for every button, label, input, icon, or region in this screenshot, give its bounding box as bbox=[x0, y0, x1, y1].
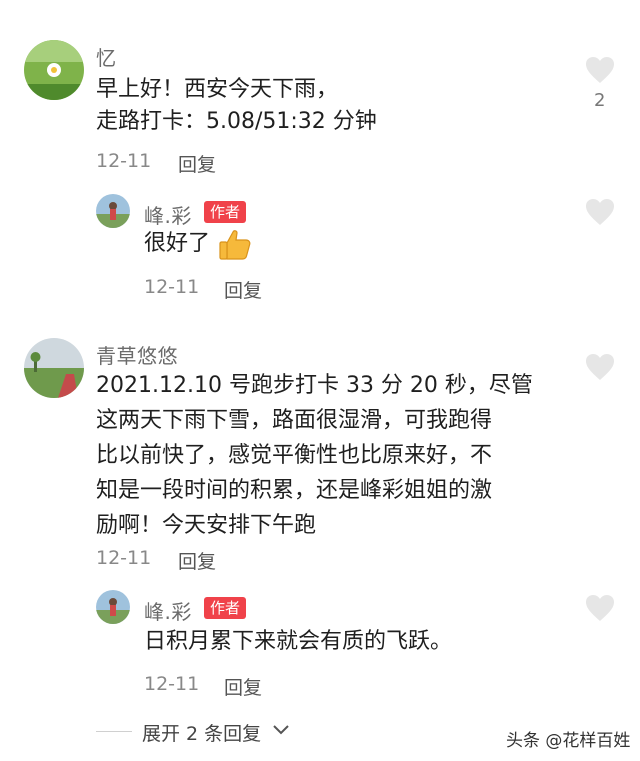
expand-replies-button[interactable]: 展开 2 条回复 bbox=[142, 719, 261, 746]
reply-button[interactable]: 回复 bbox=[224, 673, 262, 700]
reply-button[interactable]: 回复 bbox=[178, 547, 216, 574]
reply-button[interactable]: 回复 bbox=[178, 150, 216, 177]
comment-author[interactable]: 青草悠悠 bbox=[96, 340, 178, 369]
avatar[interactable] bbox=[96, 590, 130, 624]
comment-date: 12-11 bbox=[96, 547, 152, 569]
reply-date: 12-11 bbox=[144, 276, 200, 298]
reply-author[interactable]: 峰.彩 bbox=[144, 596, 192, 625]
reply-text: 很好了 bbox=[144, 231, 211, 256]
reply-text: 日积月累下来就会有质的飞跃。 bbox=[144, 629, 453, 654]
avatar[interactable] bbox=[96, 194, 130, 228]
like-heart-icon[interactable] bbox=[585, 198, 615, 226]
avatar[interactable] bbox=[24, 338, 84, 398]
comment-text-line: 比以前快了，感觉平衡性也比原来好，不 bbox=[96, 443, 493, 468]
reply-button[interactable]: 回复 bbox=[224, 276, 262, 303]
avatar[interactable] bbox=[24, 40, 84, 100]
comment-text-line: 知是一段时间的积累，还是峰彩姐姐的激 bbox=[96, 478, 493, 503]
like-heart-icon[interactable] bbox=[585, 56, 615, 84]
thumbs-up-icon bbox=[218, 229, 252, 265]
chevron-down-icon[interactable] bbox=[272, 722, 290, 742]
comment-text-line: 走路打卡：5.08/51:32 分钟 bbox=[96, 109, 377, 134]
comment-date: 12-11 bbox=[96, 150, 152, 172]
author-badge: 作者 bbox=[204, 201, 247, 223]
watermark: 头条 @花样百姓 bbox=[506, 731, 631, 751]
comment-text-line: 这两天下雨下雪，路面很湿滑，可我跑得 bbox=[96, 408, 493, 433]
like-heart-icon[interactable] bbox=[585, 353, 615, 381]
reply-date: 12-11 bbox=[144, 673, 200, 695]
like-count: 2 bbox=[594, 90, 606, 111]
author-badge: 作者 bbox=[204, 597, 247, 619]
comment-text-line: 2021.12.10 号跑步打卡 33 分 20 秒，尽管 bbox=[96, 373, 533, 398]
comment-author[interactable]: 忆 bbox=[96, 42, 117, 71]
reply-author[interactable]: 峰.彩 bbox=[144, 200, 192, 229]
like-heart-icon[interactable] bbox=[585, 594, 615, 622]
comment-text-line: 早上好！西安今天下雨， bbox=[96, 77, 339, 102]
comment-text-line: 励啊！今天安排下午跑 bbox=[96, 513, 317, 538]
divider bbox=[96, 731, 132, 732]
